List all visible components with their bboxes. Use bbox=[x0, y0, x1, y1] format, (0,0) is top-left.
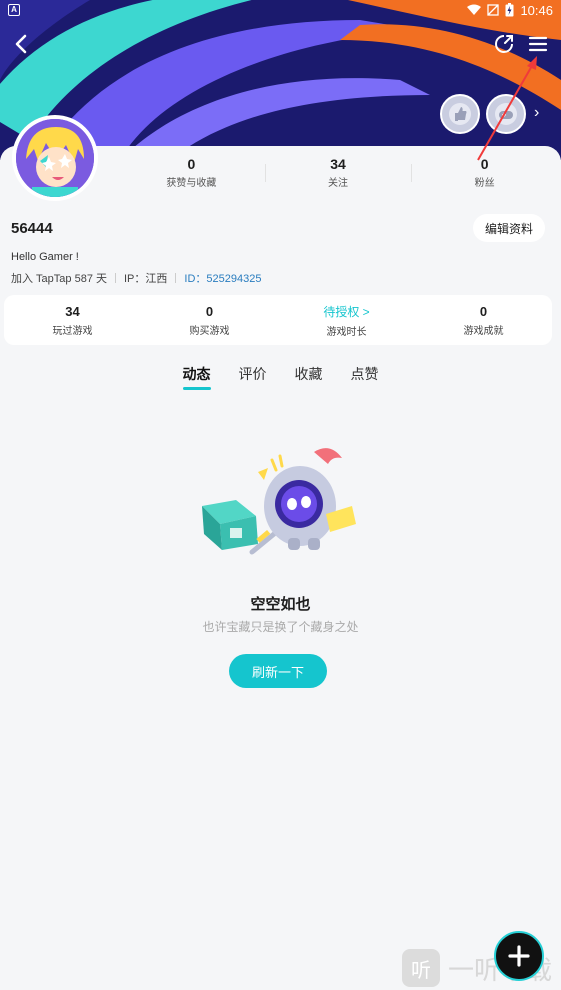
stat-label: 游戏成就 bbox=[463, 325, 504, 337]
a-icon: A bbox=[8, 4, 20, 16]
back-button[interactable] bbox=[8, 30, 36, 58]
battery-icon bbox=[505, 3, 514, 17]
share-button[interactable] bbox=[490, 30, 518, 58]
stat-value: 0 bbox=[480, 156, 489, 172]
menu-icon bbox=[528, 36, 548, 52]
watermark-logo: 听 bbox=[402, 949, 440, 987]
stat-label: 玩过游戏 bbox=[52, 325, 93, 337]
stat-followers[interactable]: 0 粉丝 bbox=[411, 156, 558, 189]
stat-value: 0 bbox=[187, 156, 196, 172]
menu-button[interactable] bbox=[524, 30, 552, 58]
avatar[interactable] bbox=[12, 115, 98, 201]
stat-value: 34 bbox=[65, 303, 80, 319]
user-id[interactable]: ID：525294325 bbox=[184, 270, 261, 286]
wifi-icon bbox=[467, 4, 482, 15]
authorize-link[interactable]: 待授权 > bbox=[278, 303, 415, 320]
tab-favorites[interactable]: 收藏 bbox=[295, 364, 323, 390]
edit-profile-button[interactable]: 编辑资料 bbox=[473, 214, 545, 242]
stat-following[interactable]: 34 关注 bbox=[264, 156, 412, 189]
avatar-image bbox=[16, 119, 94, 197]
stat-likes[interactable]: 0 获赞与收藏 bbox=[118, 156, 265, 189]
tab-reviews[interactable]: 评价 bbox=[239, 364, 267, 390]
status-time: 10:46 bbox=[520, 2, 553, 18]
empty-subtitle: 也许宝藏只是换了个藏身之处 bbox=[202, 620, 359, 634]
stat-value: 0 bbox=[205, 303, 214, 319]
stat-label: 购买游戏 bbox=[189, 325, 230, 337]
played-games-stat[interactable]: 34 玩过游戏 bbox=[4, 304, 141, 337]
tab-likes[interactable]: 点赞 bbox=[351, 364, 379, 390]
join-days: 加入 TapTap 587 天 bbox=[11, 273, 107, 285]
gamepad-badge-icon bbox=[495, 103, 517, 125]
badge-chevron-right-icon[interactable]: › bbox=[534, 104, 539, 122]
bio: Hello Gamer ! bbox=[11, 251, 79, 263]
refresh-button[interactable]: 刷新一下 bbox=[229, 654, 327, 688]
tab-posts[interactable]: 动态 bbox=[182, 364, 211, 390]
content-tabs: 动态 评价 收藏 点赞 bbox=[0, 364, 561, 390]
signal-off-icon bbox=[487, 4, 500, 16]
stat-value: 0 bbox=[479, 303, 488, 319]
badge-thumbs-up[interactable] bbox=[440, 94, 480, 134]
stat-label: 粉丝 bbox=[474, 178, 495, 189]
game-stats-card: 34 玩过游戏 0 购买游戏 待授权 > 游戏时长 0 游戏成就 bbox=[4, 295, 552, 345]
divider bbox=[115, 273, 116, 283]
empty-title: 空空如也 bbox=[250, 596, 311, 613]
chevron-left-icon bbox=[15, 34, 27, 54]
purchased-games-stat[interactable]: 0 购买游戏 bbox=[141, 304, 278, 337]
badge-gamepad[interactable] bbox=[486, 94, 526, 134]
stat-label: 获赞与收藏 bbox=[166, 178, 217, 189]
profile-stats: 0 获赞与收藏 34 关注 0 粉丝 bbox=[118, 156, 558, 189]
create-post-button[interactable] bbox=[494, 931, 544, 981]
status-bar: A 10:46 bbox=[0, 0, 561, 20]
username: 56444 bbox=[11, 220, 53, 237]
share-icon bbox=[495, 35, 513, 53]
stat-label: 关注 bbox=[328, 178, 348, 189]
ip-location: IP：江西 bbox=[124, 273, 168, 285]
divider bbox=[175, 273, 177, 283]
badge-list[interactable] bbox=[440, 94, 526, 134]
thumbs-up-badge-icon bbox=[449, 103, 471, 125]
profile-meta: 加入 TapTap 587 天 IP：江西 ID：525294325 bbox=[11, 270, 261, 286]
stat-label: 游戏时长 bbox=[326, 326, 367, 338]
play-time-stat[interactable]: 待授权 > 游戏时长 bbox=[278, 303, 415, 338]
plus-icon bbox=[508, 945, 530, 967]
top-nav bbox=[0, 30, 561, 60]
stat-value: 34 bbox=[330, 156, 346, 172]
achievements-stat[interactable]: 0 游戏成就 bbox=[415, 304, 552, 337]
empty-state-illustration bbox=[202, 448, 356, 555]
